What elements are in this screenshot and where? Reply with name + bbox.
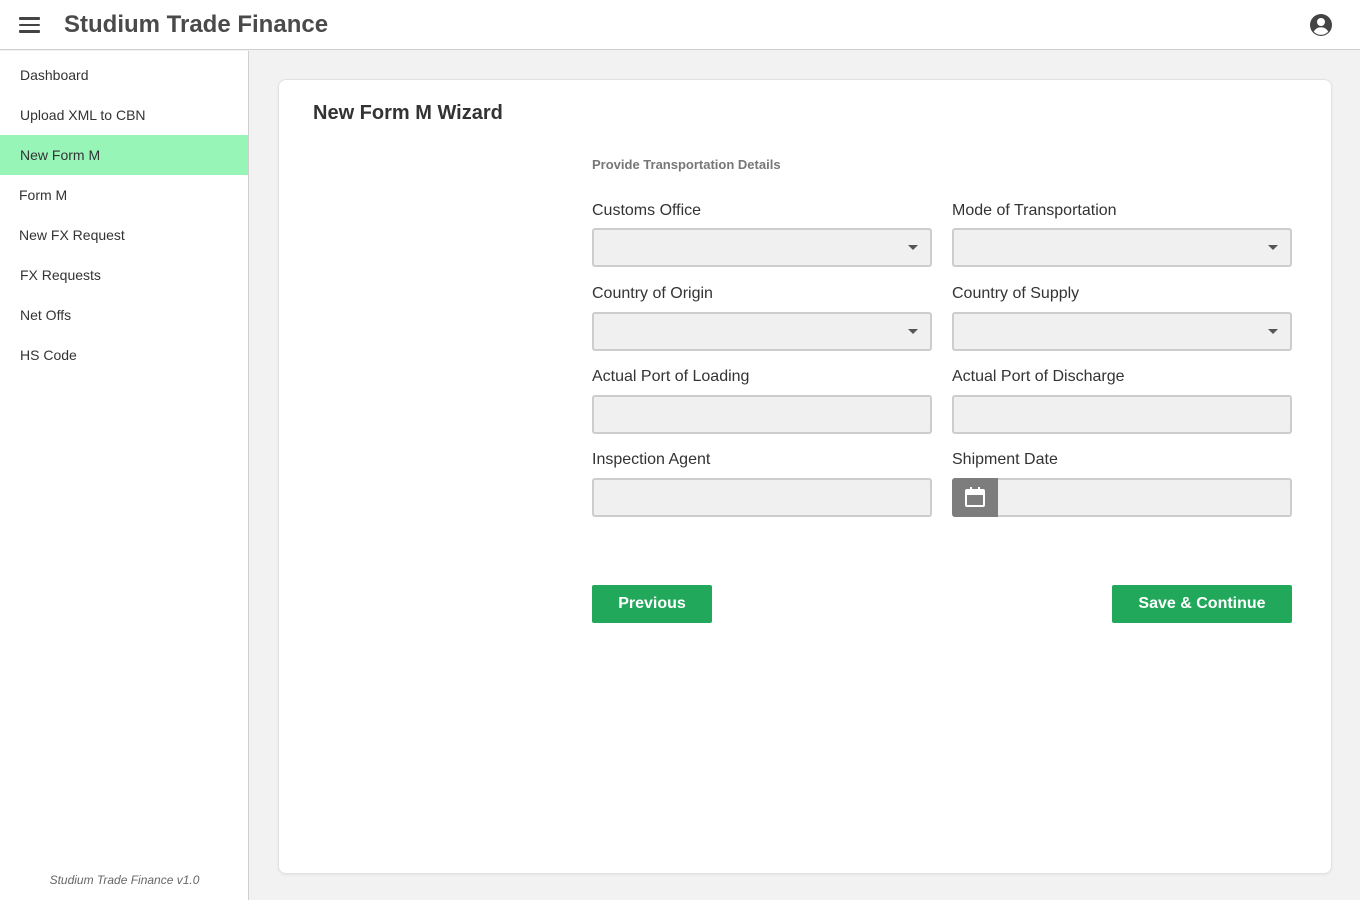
sidebar-item-upload-xml[interactable]: Upload XML to CBN [0, 95, 248, 135]
account-circle-icon[interactable] [1309, 13, 1333, 37]
wizard-card: New Form M Wizard Provide Transportation… [278, 79, 1332, 874]
hamburger-menu-icon[interactable] [18, 15, 42, 35]
inspection-agent-input[interactable] [592, 478, 932, 517]
chevron-down-icon [908, 329, 918, 334]
port-of-discharge-label: Actual Port of Discharge [952, 368, 1125, 385]
customs-office-label: Customs Office [592, 202, 702, 219]
previous-button[interactable]: Previous [592, 585, 712, 623]
section-title: Provide Transportation Details [592, 157, 781, 172]
chevron-down-icon [908, 245, 918, 250]
sidebar-item-net-offs[interactable]: Net Offs [0, 295, 248, 335]
top-app-bar: Studium Trade Finance [0, 0, 1360, 50]
shipment-date-input[interactable] [952, 478, 1292, 517]
mode-of-transportation-select[interactable] [952, 228, 1292, 267]
save-continue-button[interactable]: Save & Continue [1112, 585, 1292, 623]
port-of-loading-label: Actual Port of Loading [592, 368, 750, 385]
wizard-title: New Form M Wizard [313, 102, 503, 124]
sidebar-item-fx-requests[interactable]: FX Requests [0, 255, 248, 295]
app-title: Studium Trade Finance [64, 11, 329, 38]
country-of-supply-label: Country of Supply [952, 285, 1080, 302]
sidebar-item-new-fx-request[interactable]: New FX Request [0, 215, 248, 255]
sidebar-item-hs-code[interactable]: HS Code [0, 335, 248, 375]
version-text: Studium Trade Finance v1.0 [49, 873, 200, 887]
sidebar-nav: Dashboard Upload XML to CBN New Form M F… [0, 51, 249, 900]
chevron-down-icon [1268, 245, 1278, 250]
country-of-origin-label: Country of Origin [592, 285, 713, 302]
inspection-agent-label: Inspection Agent [592, 451, 711, 468]
mode-of-transportation-label: Mode of Transportation [952, 202, 1117, 219]
sidebar-item-new-form-m[interactable]: New Form M [0, 135, 248, 175]
country-of-origin-select[interactable] [592, 312, 932, 351]
chevron-down-icon [1268, 329, 1278, 334]
country-of-supply-select[interactable] [952, 312, 1292, 351]
customs-office-select[interactable] [592, 228, 932, 267]
calendar-icon[interactable] [952, 478, 998, 517]
shipment-date-label: Shipment Date [952, 451, 1058, 468]
sidebar-item-form-m[interactable]: Form M [0, 175, 248, 215]
sidebar-item-dashboard[interactable]: Dashboard [0, 55, 248, 95]
port-of-loading-input[interactable] [592, 395, 932, 434]
port-of-discharge-input[interactable] [952, 395, 1292, 434]
